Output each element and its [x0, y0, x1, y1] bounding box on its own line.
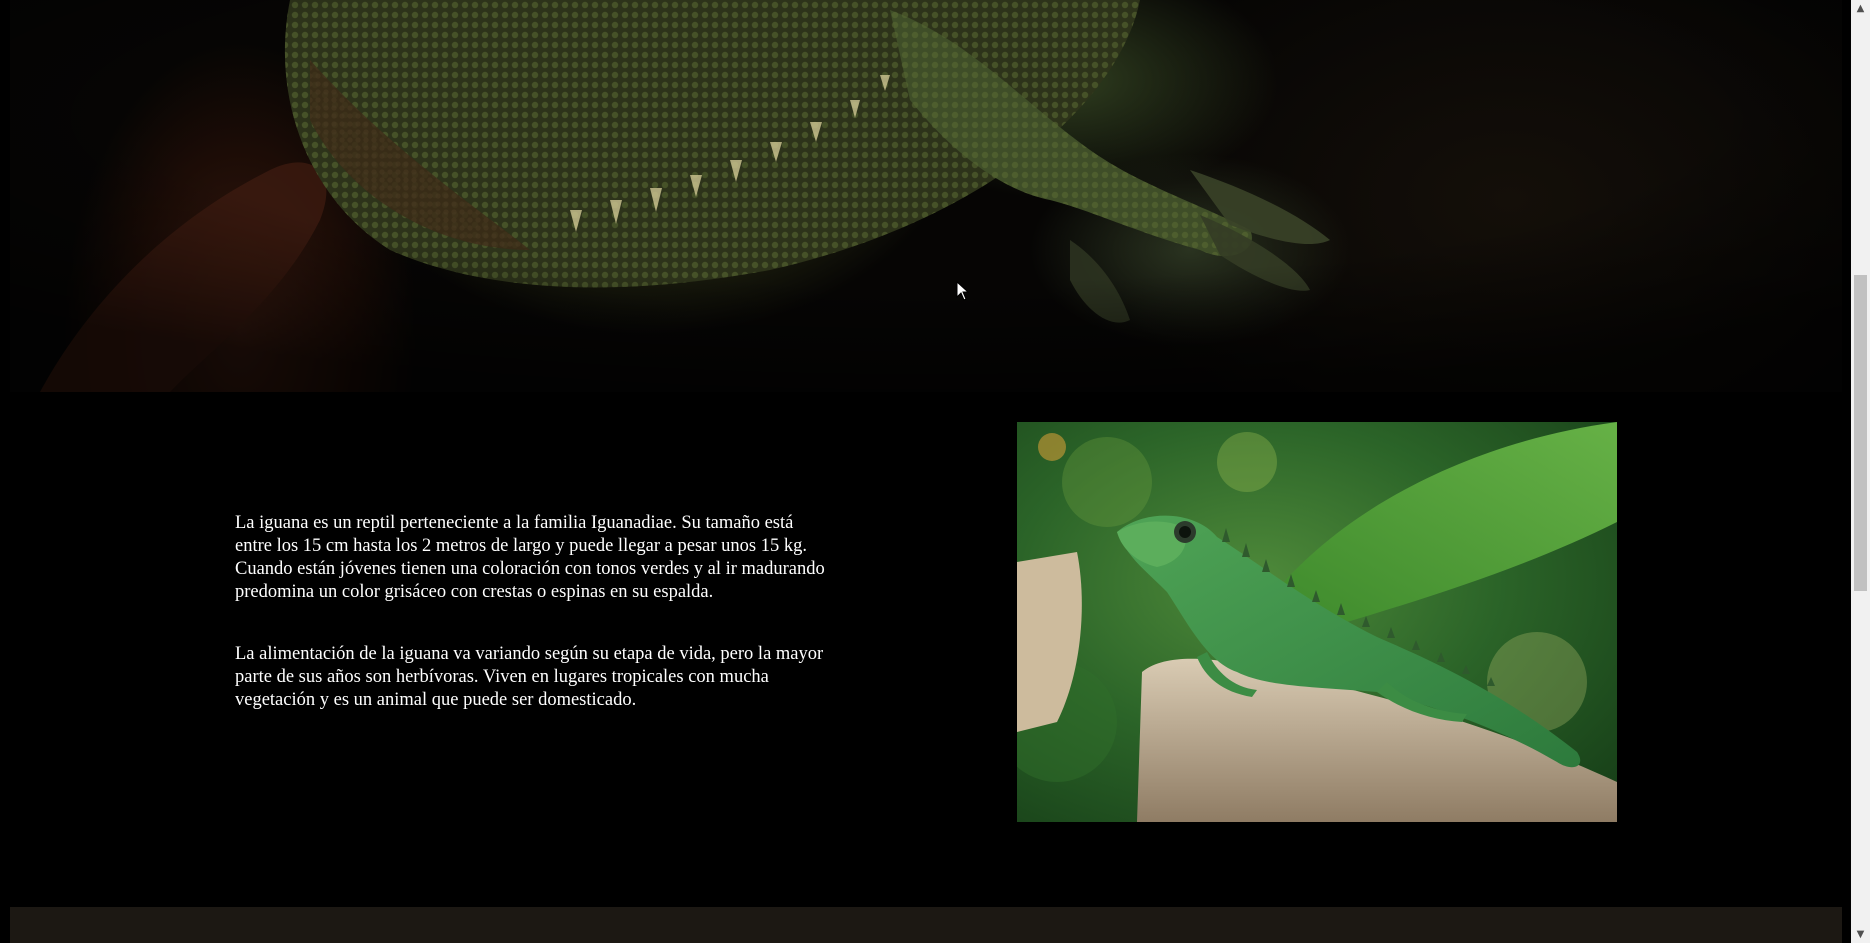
footer-bar	[10, 907, 1842, 943]
chevron-down-icon[interactable]: ▼	[1851, 926, 1870, 943]
chevron-up-icon[interactable]: ▲	[1851, 0, 1870, 17]
mouse-cursor-icon	[956, 281, 970, 301]
intro-text: La iguana es un reptil perteneciente a l…	[235, 512, 825, 751]
intro-paragraph-2: La alimentación de la iguana va variando…	[235, 644, 824, 710]
green-iguana-illustration	[1017, 422, 1617, 822]
intro-paragraph-1: La iguana es un reptil perteneciente a l…	[235, 513, 825, 602]
scrollbar-thumb[interactable]	[1854, 275, 1867, 591]
green-iguana-photo	[1017, 422, 1617, 822]
iguana-closeup-illustration	[10, 0, 1842, 392]
page: La iguana es un reptil perteneciente a l…	[0, 0, 1851, 943]
hero-image	[10, 0, 1842, 392]
vertical-scrollbar[interactable]: ▲ ▼	[1851, 0, 1870, 943]
